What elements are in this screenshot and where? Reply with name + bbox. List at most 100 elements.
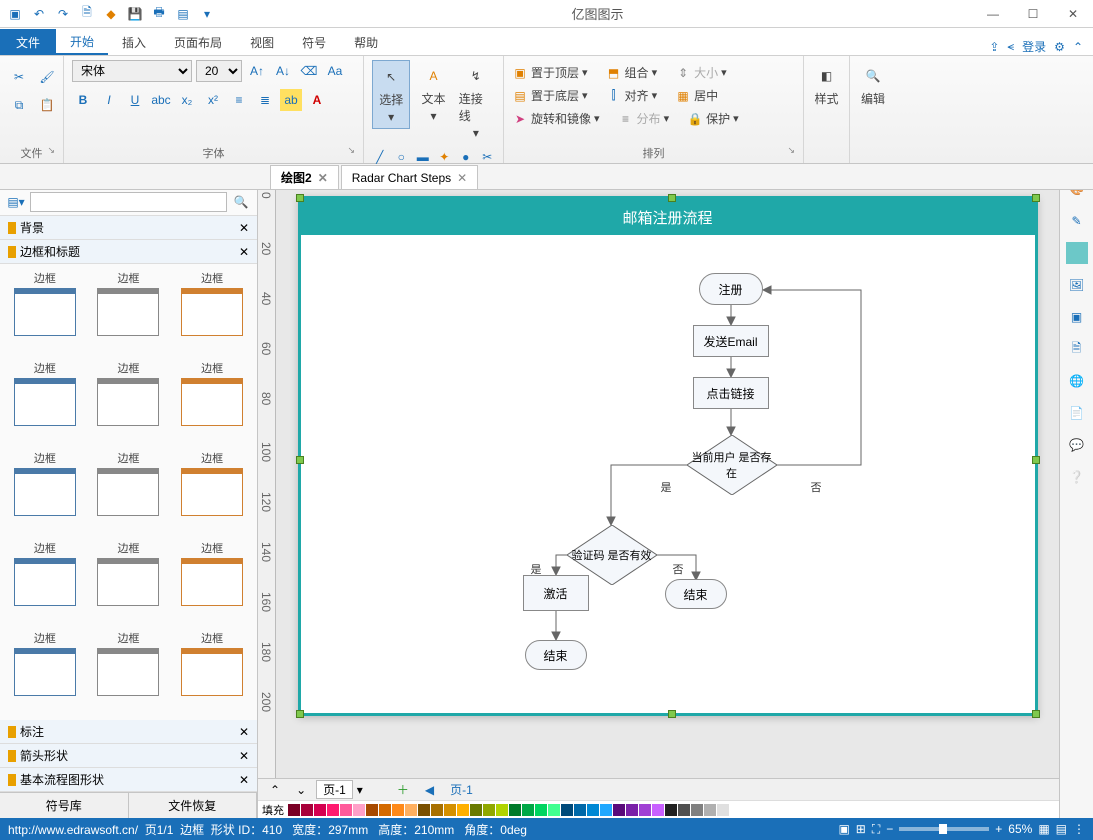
view-list-icon[interactable]: ▤ <box>1056 822 1067 836</box>
category-callout[interactable]: 标注✕ <box>0 720 257 744</box>
color-swatch[interactable] <box>301 804 313 816</box>
category-basic[interactable]: 基本流程图形状✕ <box>0 768 257 792</box>
fit-page-icon[interactable]: ⊞ <box>856 822 866 836</box>
chevron-up-icon[interactable]: ⌃ <box>1073 40 1083 54</box>
color-swatch[interactable] <box>327 804 339 816</box>
color-swatch[interactable] <box>587 804 599 816</box>
color-swatch[interactable] <box>288 804 300 816</box>
color-swatch[interactable] <box>548 804 560 816</box>
select-tool[interactable]: ↖选择▾ <box>372 60 410 129</box>
zoom-in-icon[interactable]: + <box>995 822 1002 836</box>
node-end2[interactable]: 结束 <box>525 640 587 670</box>
shape-item[interactable]: 边框 <box>171 358 253 446</box>
node-register[interactable]: 注册 <box>699 273 763 305</box>
color-swatch[interactable] <box>613 804 625 816</box>
copy-icon[interactable]: ⧉ <box>8 94 30 116</box>
color-swatch[interactable] <box>444 804 456 816</box>
gear-icon[interactable]: ⚙ <box>1054 40 1065 54</box>
help-icon[interactable]: ❔ <box>1066 466 1088 488</box>
view-mode-icon[interactable]: ▣ <box>838 822 849 836</box>
tab-insert[interactable]: 插入 <box>108 29 160 55</box>
node-activate[interactable]: 激活 <box>523 575 589 611</box>
color-swatch[interactable] <box>522 804 534 816</box>
image-icon[interactable]: 🖼 <box>1066 274 1088 296</box>
color-swatch[interactable] <box>392 804 404 816</box>
zoom-out-icon[interactable]: − <box>886 822 893 836</box>
subscript-icon[interactable]: x₂ <box>176 89 198 111</box>
save-icon[interactable]: 💾 <box>126 5 144 23</box>
color-swatch[interactable] <box>457 804 469 816</box>
distribute-shapes[interactable]: 分布 <box>637 110 661 127</box>
color-swatch[interactable] <box>535 804 547 816</box>
send-back[interactable]: 置于底层 <box>531 87 579 104</box>
italic-icon[interactable]: I <box>98 89 120 111</box>
color-swatch[interactable] <box>600 804 612 816</box>
color-swatch[interactable] <box>717 804 729 816</box>
shape-item[interactable]: 边框 <box>4 268 86 356</box>
login-link[interactable]: 登录 <box>1022 38 1046 55</box>
print-icon[interactable]: 🖶 <box>150 5 168 23</box>
color-swatch[interactable] <box>509 804 521 816</box>
color-swatch[interactable] <box>652 804 664 816</box>
bullets-icon[interactable]: ≣ <box>254 89 276 111</box>
shape-item[interactable]: 边框 <box>4 538 86 626</box>
tab-start[interactable]: 开始 <box>56 29 108 55</box>
shape-item[interactable]: 边框 <box>88 538 170 626</box>
color-swatch[interactable] <box>561 804 573 816</box>
zoom-slider[interactable] <box>899 827 989 831</box>
connector-tool[interactable]: ↯连接线▾ <box>457 60 495 144</box>
rotate-shapes[interactable]: 旋转和镜像 <box>531 110 591 127</box>
strike-icon[interactable]: abc <box>150 89 172 111</box>
color-swatch[interactable] <box>574 804 586 816</box>
add-page-icon[interactable]: ＋ <box>391 781 415 798</box>
color-swatch[interactable] <box>665 804 677 816</box>
file-menu[interactable]: 文件 <box>0 29 56 55</box>
search-input[interactable] <box>30 192 227 212</box>
shapes-icon[interactable]: ◆ <box>102 5 120 23</box>
more-icon[interactable]: ▾ <box>198 5 216 23</box>
shape-item[interactable]: 边框 <box>4 358 86 446</box>
edit-icon[interactable]: ✎ <box>1066 210 1088 232</box>
case-icon[interactable]: Aa <box>324 60 346 82</box>
comment-icon[interactable]: 💬 <box>1066 434 1088 456</box>
fullscreen-icon[interactable]: ⛶ <box>872 822 880 837</box>
tab-view[interactable]: 视图 <box>236 29 288 55</box>
theme-icon[interactable]: 🎨 <box>1066 178 1088 200</box>
style-button[interactable]: ◧样式 <box>812 60 841 111</box>
category-arrow[interactable]: 箭头形状✕ <box>0 744 257 768</box>
close-button[interactable]: ✕ <box>1053 0 1093 28</box>
page[interactable]: 邮箱注册流程 <box>298 196 1038 716</box>
line-spacing-icon[interactable]: ≡ <box>228 89 250 111</box>
list-icon[interactable]: ▤ <box>174 5 192 23</box>
color-swatch[interactable] <box>639 804 651 816</box>
paste-icon[interactable]: 📋 <box>36 94 58 116</box>
shape-item[interactable]: 边框 <box>171 268 253 356</box>
node-send[interactable]: 发送Email <box>693 325 769 357</box>
center-shapes[interactable]: 居中 <box>694 87 718 104</box>
node-userexist[interactable]: 当前用户 是否存在 <box>687 435 777 495</box>
color-swatch[interactable] <box>431 804 443 816</box>
undo-icon[interactable]: ↶ <box>30 5 48 23</box>
shape-item[interactable]: 边框 <box>4 448 86 536</box>
highlight-icon[interactable]: ab <box>280 89 302 111</box>
color-swatch[interactable] <box>366 804 378 816</box>
text-tool[interactable]: A文本▾ <box>414 60 452 127</box>
sidebar-tab-library[interactable]: 符号库 <box>0 793 129 818</box>
color-swatch[interactable] <box>418 804 430 816</box>
size-shapes[interactable]: 大小 <box>694 64 718 81</box>
underline-icon[interactable]: U <box>124 89 146 111</box>
color-swatch[interactable] <box>730 804 742 816</box>
color-swatch[interactable] <box>405 804 417 816</box>
cut-icon[interactable]: ✂ <box>8 66 30 88</box>
protect-shapes[interactable]: 保护 <box>706 110 730 127</box>
color-swatch[interactable] <box>340 804 352 816</box>
color-swatch[interactable] <box>314 804 326 816</box>
node-end1[interactable]: 结束 <box>665 579 727 609</box>
color-swatch[interactable] <box>704 804 716 816</box>
page-prev-icon[interactable]: ◀ <box>419 783 440 797</box>
globe-icon[interactable]: 🌐 <box>1066 370 1088 392</box>
redo-icon[interactable]: ↷ <box>54 5 72 23</box>
shape-item[interactable]: 边框 <box>171 628 253 716</box>
color-swatch[interactable] <box>353 804 365 816</box>
align-shapes[interactable]: 对齐 <box>625 87 649 104</box>
